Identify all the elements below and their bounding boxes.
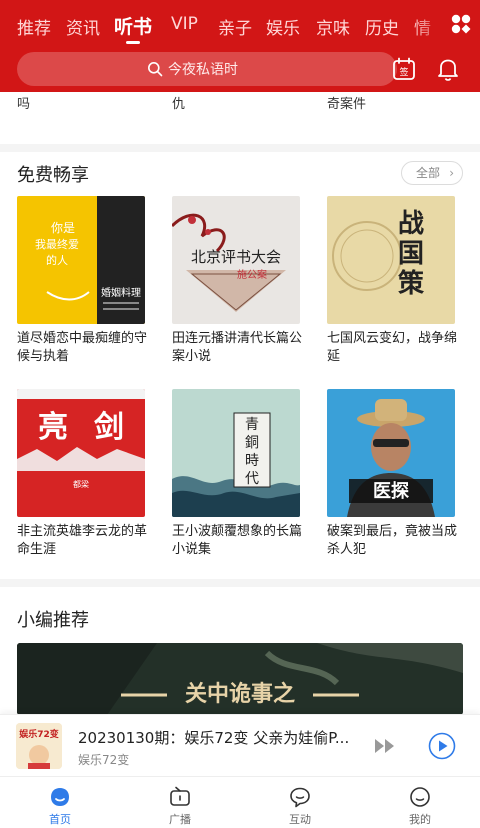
book-caption: 破案到最后，竟被当成杀人犯 xyxy=(327,524,458,557)
book-caption: 田连元播讲清代长篇公案小说 xyxy=(172,331,303,364)
svg-text:我最终爱: 我最终爱 xyxy=(35,237,79,251)
player-show-name: 娱乐72变 xyxy=(78,753,130,767)
svg-text:都梁: 都梁 xyxy=(73,480,89,489)
tab-audiobooks[interactable]: 听书 xyxy=(114,12,152,39)
section-title-editor-picks: 小编推荐 xyxy=(17,610,89,631)
nav-label: 广播 xyxy=(169,813,191,826)
prev-book-title[interactable]: 吗 xyxy=(17,93,30,112)
svg-text:青: 青 xyxy=(245,417,259,433)
category-grid-icon[interactable] xyxy=(450,13,472,35)
section-divider xyxy=(0,579,480,587)
book-cover: 青 銅 時 代 xyxy=(172,389,300,517)
tab-recommend[interactable]: 推荐 xyxy=(17,14,51,39)
mini-player[interactable]: 娱乐72变 20230130期：娱乐72变 父亲为娃偷P... 娱乐72变 xyxy=(0,714,480,776)
svg-text:你是: 你是 xyxy=(51,221,75,235)
nav-label: 互动 xyxy=(289,813,311,826)
editor-banner[interactable]: 关中诡事之 xyxy=(17,643,463,715)
svg-text:国: 国 xyxy=(398,239,424,269)
calendar-icon[interactable]: 签 xyxy=(391,56,417,82)
book-caption: 七国风云变幻，战争绵延 xyxy=(327,331,458,364)
svg-text:銅: 銅 xyxy=(245,435,259,451)
nav-profile[interactable]: 我的 xyxy=(360,777,480,828)
prev-book-title[interactable]: 仇 xyxy=(172,93,185,112)
book-cover: 医探 xyxy=(327,389,455,517)
search-placeholder: 今夜私语时 xyxy=(168,62,238,78)
svg-text:北京评书大会: 北京评书大会 xyxy=(191,248,281,266)
bell-icon[interactable] xyxy=(435,56,461,82)
chevron-right-icon: › xyxy=(449,166,454,180)
book-cover: 亮 剑 都梁 xyxy=(17,389,145,517)
section-title-free: 免费畅享 xyxy=(17,165,89,186)
category-tabs: 推荐 资讯 听书 VIP 亲子 娱乐 京味 历史 情 xyxy=(0,0,480,48)
banner-title: 关中诡事之 xyxy=(185,681,295,707)
view-all-button[interactable]: 全部 › xyxy=(401,161,463,185)
active-tab-indicator xyxy=(126,41,140,44)
nav-home[interactable]: 首页 xyxy=(0,777,120,828)
svg-text:策: 策 xyxy=(398,268,424,299)
book-caption: 道尽婚恋中最痴缠的守候与执着 xyxy=(17,331,148,364)
svg-text:代: 代 xyxy=(245,471,259,487)
svg-text:的人: 的人 xyxy=(46,253,68,267)
search-icon xyxy=(148,62,163,77)
prev-book-title[interactable]: 奇案件 xyxy=(327,93,366,112)
player-episode-title: 20230130期：娱乐72变 父亲为娃偷P... xyxy=(78,729,350,747)
book-cover: 北京评书大会 施公案 xyxy=(172,196,300,324)
book-cover: 战 国 策 xyxy=(327,196,455,324)
search-bar[interactable]: 今夜私语时 xyxy=(17,52,397,86)
profile-icon xyxy=(410,787,430,807)
home-icon xyxy=(51,788,69,806)
svg-text:亮: 亮 xyxy=(38,410,68,445)
calendar-icon-text: 签 xyxy=(399,66,408,78)
svg-text:剑: 剑 xyxy=(94,410,124,445)
nav-radio[interactable]: 广播 xyxy=(120,777,240,828)
view-all-label: 全部 xyxy=(416,166,441,180)
tab-beijing[interactable]: 京味 xyxy=(316,14,350,39)
book-cover: 你是 我最终爱 的人 婚姻料理 xyxy=(17,196,145,324)
nav-label: 首页 xyxy=(49,813,71,826)
play-button[interactable] xyxy=(428,732,456,760)
chat-icon xyxy=(290,787,310,808)
nav-label: 我的 xyxy=(409,813,431,826)
book-caption: 王小波颠覆想象的长篇小说集 xyxy=(172,524,303,557)
tab-history[interactable]: 历史 xyxy=(365,14,399,39)
svg-text:医探: 医探 xyxy=(373,480,410,502)
tab-news[interactable]: 资讯 xyxy=(66,14,100,39)
tab-vip[interactable]: VIP xyxy=(171,14,198,34)
svg-text:战: 战 xyxy=(398,209,424,239)
top-header: 推荐 资讯 听书 VIP 亲子 娱乐 京味 历史 情 今夜私语时 签 xyxy=(0,0,480,92)
svg-text:娱乐72变: 娱乐72变 xyxy=(19,728,59,740)
svg-text:婚姻料理: 婚姻料理 xyxy=(101,286,141,299)
radio-icon xyxy=(170,786,190,806)
nav-interaction[interactable]: 互动 xyxy=(240,777,360,828)
bottom-navigation: 首页 广播 互动 我的 xyxy=(0,776,480,828)
fast-forward-icon[interactable] xyxy=(374,737,396,755)
player-thumbnail: 娱乐72变 xyxy=(16,723,62,769)
tab-kids[interactable]: 亲子 xyxy=(218,14,252,39)
book-caption: 非主流英雄李云龙的革命生涯 xyxy=(17,524,148,557)
previous-section xyxy=(0,92,480,144)
tab-entertainment[interactable]: 娱乐 xyxy=(266,14,300,39)
svg-text:施公案: 施公案 xyxy=(237,268,267,281)
svg-text:時: 時 xyxy=(245,453,259,469)
section-divider xyxy=(0,144,480,152)
